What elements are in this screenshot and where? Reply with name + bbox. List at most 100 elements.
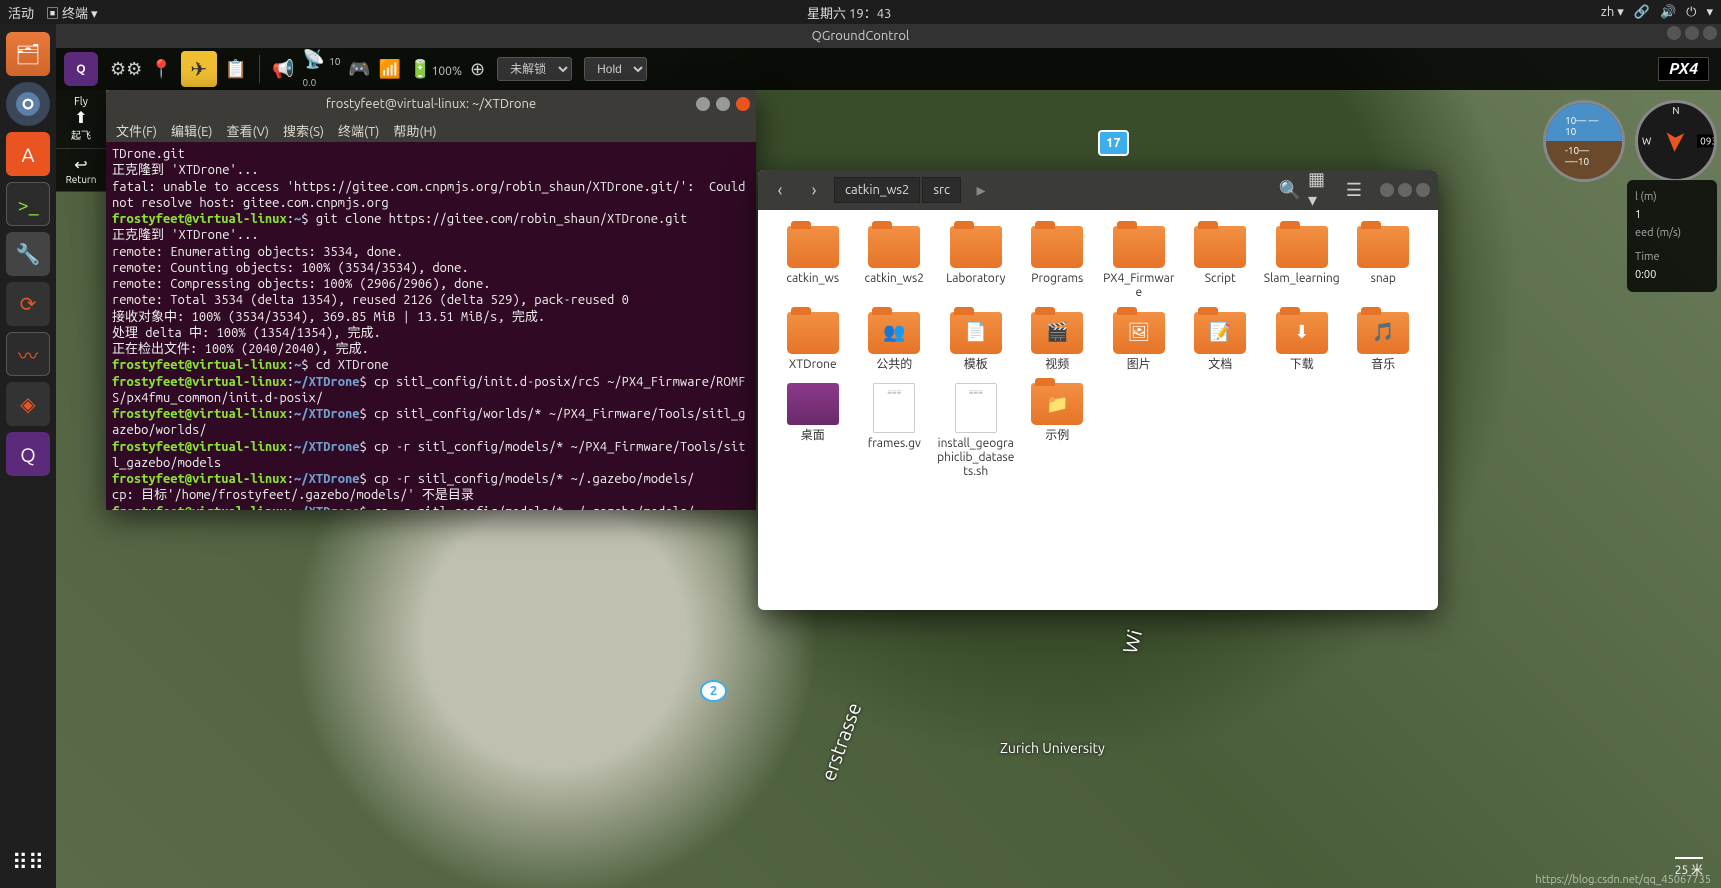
dock-layers[interactable]: ◈	[6, 382, 50, 426]
file-item[interactable]: 🎬视频	[1019, 312, 1097, 372]
file-item[interactable]: Script	[1182, 226, 1260, 300]
terminal-body[interactable]: TDrone.git正克隆到 'XTDrone'...fatal: unable…	[106, 142, 756, 510]
view-toggle-btn[interactable]: ▦ ▾	[1308, 176, 1336, 204]
power-icon[interactable]: ⏻	[1686, 5, 1696, 20]
terminal-menu-item[interactable]: 查看(V)	[227, 121, 269, 140]
flight-mode-select[interactable]: Hold	[584, 57, 647, 81]
dock-files[interactable]: 🗂	[6, 32, 50, 76]
folder-icon: 🎬	[1031, 312, 1083, 354]
file-item[interactable]: PX4_Firmware	[1100, 226, 1178, 300]
arm-state-select[interactable]: 未解锁	[497, 57, 572, 81]
breadcrumb-segment[interactable]: src	[922, 177, 961, 203]
gps-lock-icon[interactable]: ⊕	[470, 59, 485, 80]
terminal-menu-item[interactable]: 搜索(S)	[283, 121, 324, 140]
file-icon: ≡≡≡	[955, 383, 997, 433]
terminal-minimize-btn[interactable]	[696, 97, 710, 111]
folder-icon	[1113, 226, 1165, 268]
file-item[interactable]: ≡≡≡frames.gv	[856, 383, 934, 478]
terminal-line: 处理 delta 中: 100% (1354/1354), 完成.	[112, 325, 750, 341]
qgc-logo[interactable]: Q	[64, 52, 98, 86]
signal-icon[interactable]: 📶	[379, 59, 401, 80]
folder-icon: 👥	[868, 312, 920, 354]
waypoint-icon[interactable]: 📍	[150, 59, 172, 80]
file-item[interactable]: Programs	[1019, 226, 1097, 300]
terminal-line: frostyfeet@virtual-linux:~/XTDrone$ cp -…	[112, 504, 750, 511]
show-applications[interactable]: ⠿⠿	[12, 850, 44, 876]
file-item[interactable]: Laboratory	[937, 226, 1015, 300]
search-btn[interactable]: 🔍	[1276, 176, 1304, 204]
dock-software[interactable]: A	[6, 132, 50, 176]
nav-forward-btn[interactable]: ›	[800, 176, 828, 204]
file-item[interactable]: 🖼图片	[1100, 312, 1178, 372]
file-item[interactable]: 👥公共的	[856, 312, 934, 372]
map-label-zurich: Zurich University	[1000, 740, 1105, 756]
input-method[interactable]: zh ▾	[1601, 5, 1624, 20]
terminal-menu-item[interactable]: 编辑(E)	[171, 121, 212, 140]
window-close-btn[interactable]	[1703, 26, 1717, 40]
file-label: frames.gv	[868, 437, 921, 451]
file-label: 下载	[1290, 358, 1314, 372]
nav-back-btn[interactable]: ‹	[766, 176, 794, 204]
terminal-menu-item[interactable]: 终端(T)	[338, 121, 379, 140]
fly-button[interactable]: Fly ⬆ 起飞	[56, 90, 106, 149]
map-waypoint-17[interactable]: 17	[1098, 130, 1129, 156]
file-item[interactable]: 📝文档	[1182, 312, 1260, 372]
file-item[interactable]: 桌面	[774, 383, 852, 478]
battery-icon[interactable]: 🔋100%	[409, 59, 462, 80]
files-close-btn[interactable]	[1416, 183, 1430, 197]
announce-icon[interactable]: 📢	[272, 59, 294, 80]
terminal-line: 正克隆到 'XTDrone'...	[112, 162, 750, 178]
dock-updates[interactable]: ⟳	[6, 282, 50, 326]
file-item[interactable]: XTDrone	[774, 312, 852, 372]
plane-icon[interactable]: ✈	[181, 51, 217, 87]
menu-btn[interactable]: ☰	[1340, 176, 1368, 204]
files-header: ‹ › catkin_ws2src ▸ 🔍 ▦ ▾ ☰	[758, 170, 1438, 210]
terminal-line: 接收对象中: 100% (3534/3534), 369.85 MiB | 13…	[112, 309, 750, 325]
breadcrumb-segment[interactable]: catkin_ws2	[834, 177, 920, 203]
file-item[interactable]: catkin_ws	[774, 226, 852, 300]
network-icon[interactable]: 🔗	[1634, 5, 1650, 20]
file-item[interactable]: 🎵音乐	[1345, 312, 1423, 372]
dock-terminal[interactable]: >_	[6, 182, 50, 226]
terminal-line: remote: Total 3534 (delta 1354), reused …	[112, 292, 750, 308]
activities-button[interactable]: 活动	[8, 3, 34, 22]
file-item[interactable]: snap	[1345, 226, 1423, 300]
volume-icon[interactable]: 🔊	[1660, 5, 1676, 20]
terminal-menu-item[interactable]: 文件(F)	[116, 121, 157, 140]
file-label: Laboratory	[946, 272, 1005, 286]
qgc-window-titlebar: QGroundControl	[0, 24, 1721, 48]
file-item[interactable]: 📄模板	[937, 312, 1015, 372]
dock-chromium[interactable]	[6, 82, 50, 126]
qgc-side-panel: Fly ⬆ 起飞 ↩ Return	[56, 90, 106, 192]
terminal-maximize-btn[interactable]	[716, 97, 730, 111]
settings-icon[interactable]: ⚙⚙	[110, 59, 142, 80]
return-button[interactable]: ↩ Return	[56, 149, 106, 192]
file-item[interactable]: 📁示例	[1019, 383, 1097, 478]
terminal-titlebar[interactable]: frostyfeet@virtual-linux: ~/XTDrone	[106, 90, 756, 118]
file-item[interactable]: ⬇下载	[1263, 312, 1341, 372]
terminal-close-btn[interactable]	[736, 97, 750, 111]
attitude-indicator[interactable]: 10— —10 -10— —-10	[1543, 100, 1625, 182]
terminal-line: cp: 目标'/home/frostyfeet/.gazebo/models/'…	[112, 487, 750, 503]
file-item[interactable]: Slam_learning	[1263, 226, 1341, 300]
clock[interactable]: 星期六 19：43	[98, 3, 1601, 22]
file-item[interactable]: catkin_ws2	[856, 226, 934, 300]
rc-icon[interactable]: 🎮	[348, 59, 370, 80]
window-maximize-btn[interactable]	[1685, 26, 1699, 40]
analyze-icon[interactable]: 📋	[225, 59, 247, 80]
dock-settings[interactable]: 🔧	[6, 232, 50, 276]
breadcrumb-arrow[interactable]: ▸	[967, 176, 995, 204]
files-maximize-btn[interactable]	[1398, 183, 1412, 197]
files-minimize-btn[interactable]	[1380, 183, 1394, 197]
terminal-menu-item[interactable]: 帮助(H)	[393, 121, 436, 140]
terminal-line: frostyfeet@virtual-linux:~$ git clone ht…	[112, 211, 750, 227]
dock-monitor[interactable]: 〰	[6, 332, 50, 376]
files-body[interactable]: catkin_wscatkin_ws2 Laboratory ProgramsPX4…	[758, 210, 1438, 610]
gps-icon[interactable]: 📡 100.0	[303, 49, 341, 90]
app-menu[interactable]: ▣ 终端 ▾	[46, 3, 98, 22]
window-minimize-btn[interactable]	[1667, 26, 1681, 40]
folder-icon	[868, 226, 920, 268]
dropdown-icon[interactable]: ▾	[1706, 5, 1713, 20]
dock-qgc[interactable]: Q	[6, 432, 50, 476]
file-item[interactable]: ≡≡≡install_geographiclib_datasets.sh	[937, 383, 1015, 478]
